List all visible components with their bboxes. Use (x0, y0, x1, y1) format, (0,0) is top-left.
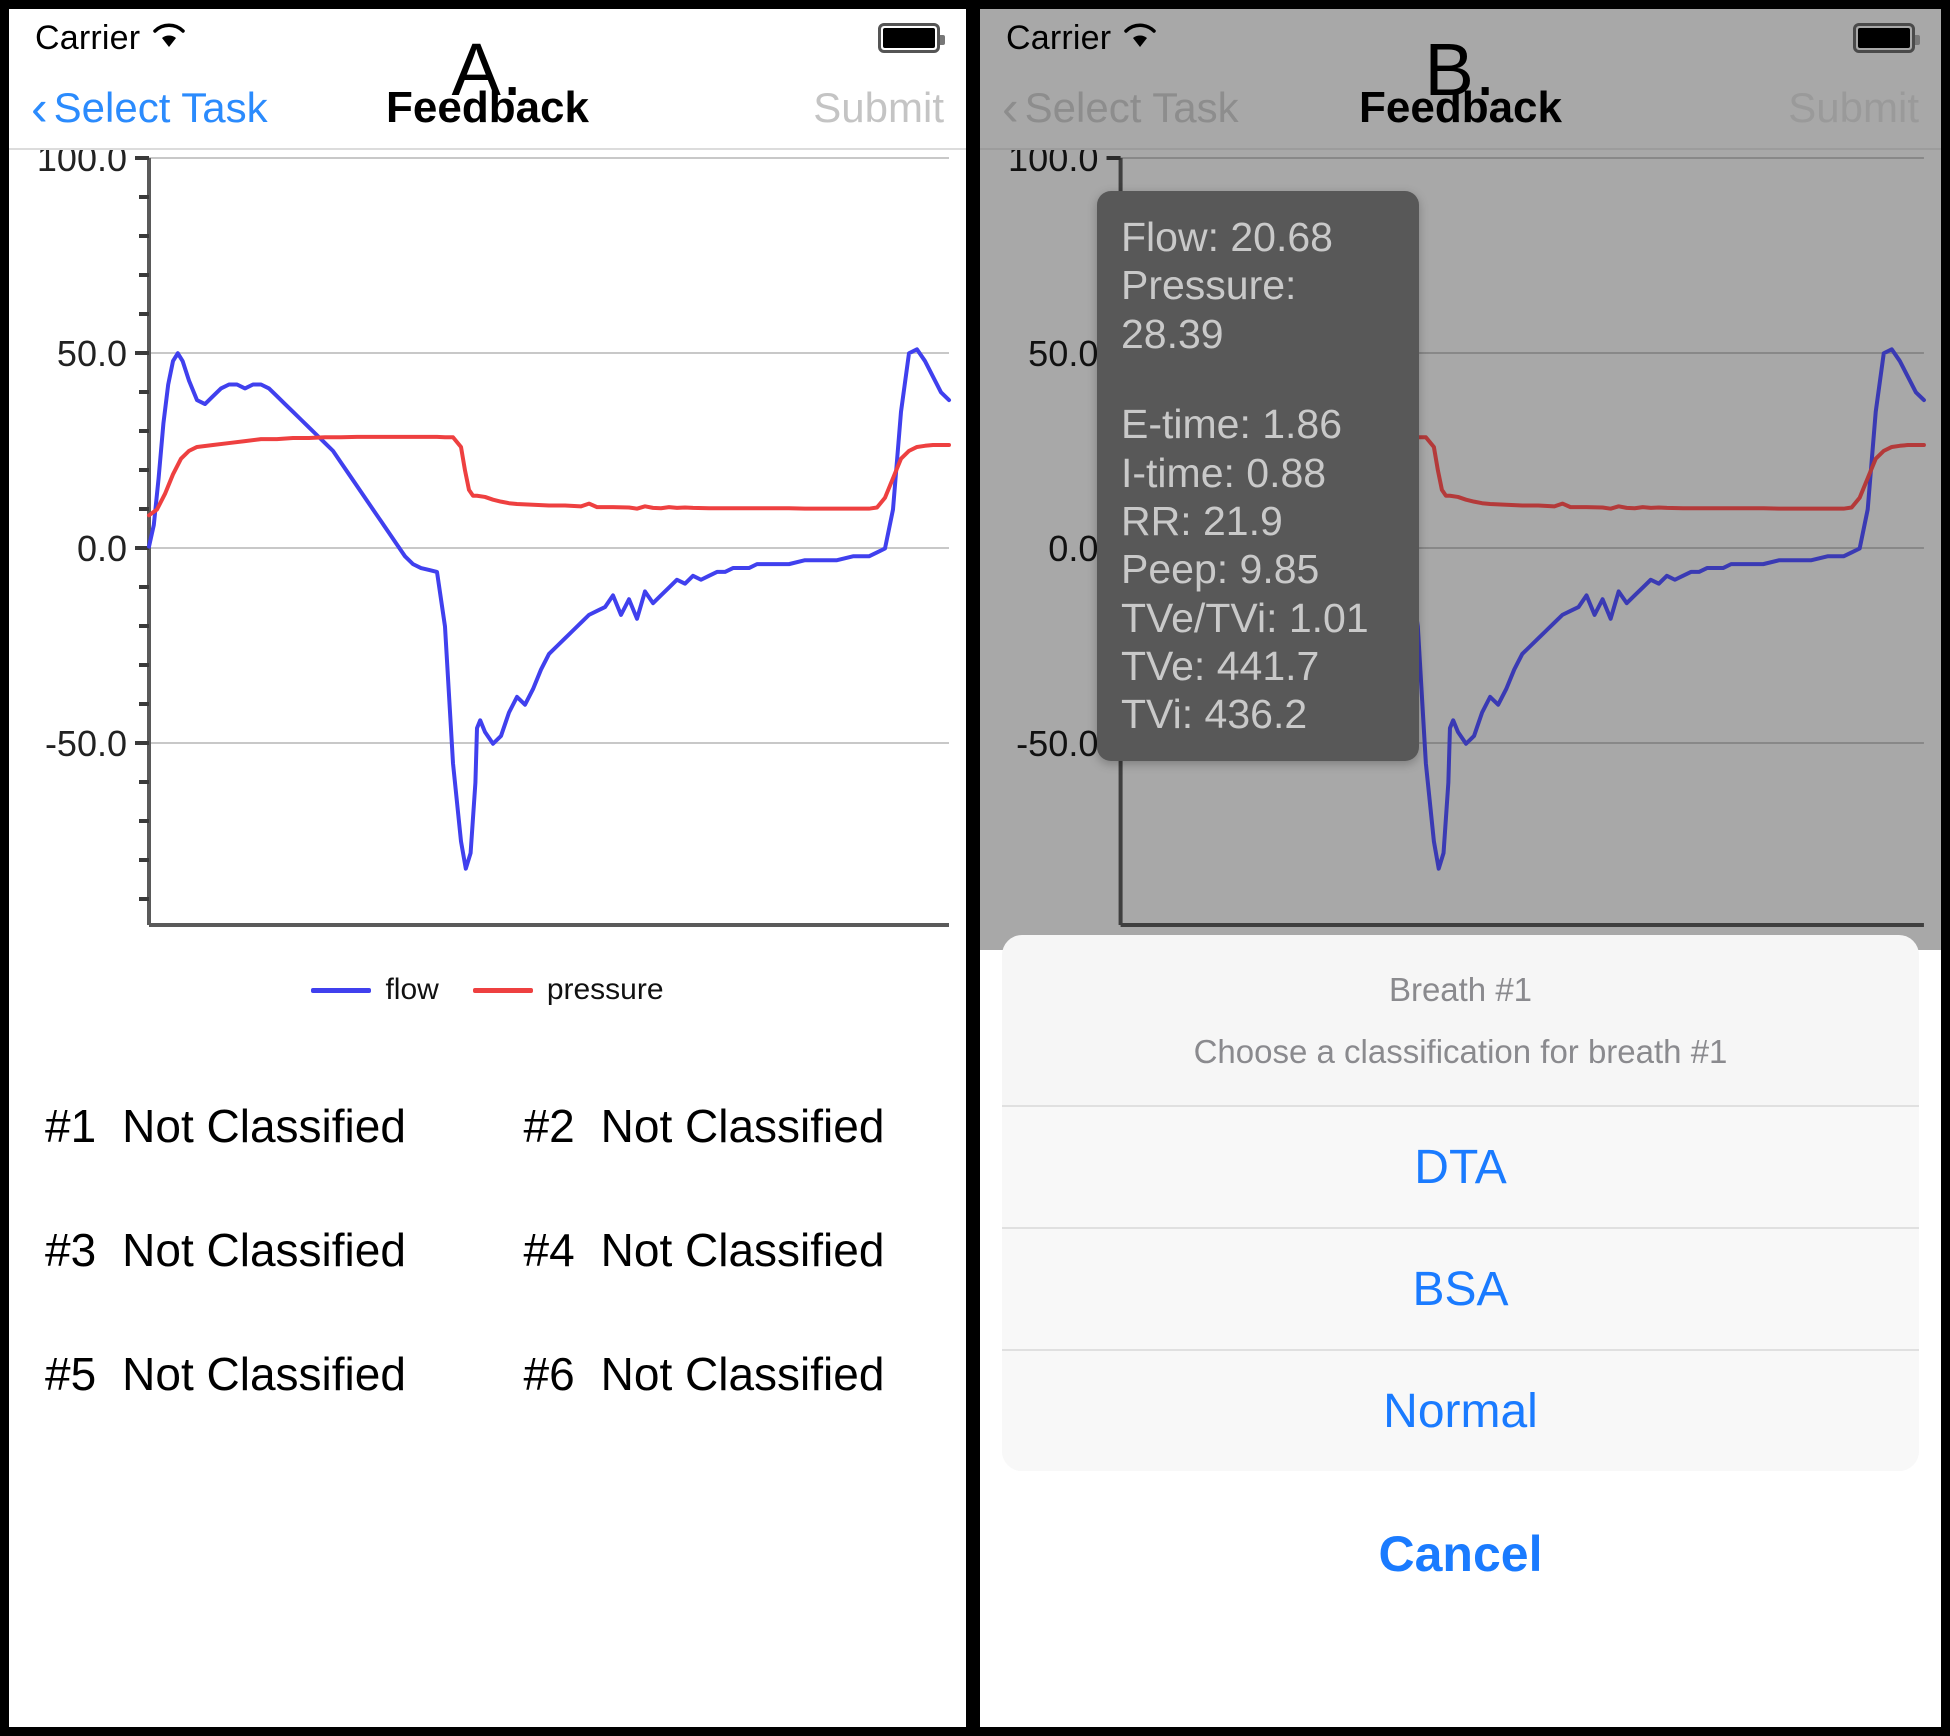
legend-swatch-flow (311, 987, 372, 993)
action-sheet-option-bsa[interactable]: BSA (1002, 1227, 1919, 1349)
back-button-label: Select Task (53, 83, 268, 131)
breath-number: #2 (523, 1100, 575, 1152)
nav-bar-b: ‹ Select Task B. Feedback Submit (980, 28, 1941, 150)
breath-entry-2[interactable]: #2 Not Classified (488, 1099, 967, 1153)
breath-classification: Not Classified (122, 1224, 406, 1276)
tooltip-flow: Flow: 20.68 (1121, 214, 1333, 260)
status-bar-b: Carrier (980, 9, 1941, 67)
back-button-select-task[interactable]: ‹ Select Task (31, 79, 268, 136)
breath-classification: Not Classified (600, 1348, 885, 1400)
breath-number: #5 (45, 1348, 97, 1400)
ytick-label: 50.0 (57, 333, 127, 374)
ytick-label: 100.0 (1008, 150, 1098, 179)
action-sheet-header: Breath #1 Choose a classification for br… (1002, 935, 1919, 1105)
status-bar-a: Carrier (9, 9, 966, 67)
chart-ytick-labels: 100.0 50.0 0.0 -50.0 (37, 150, 127, 764)
submit-button[interactable]: Submit (813, 84, 944, 132)
breath-number: #4 (523, 1224, 575, 1276)
tooltip-pressure: Pressure: 28.39 (1121, 262, 1297, 357)
table-row: #3 Not Classified #4 Not Classified (9, 1188, 966, 1312)
tooltip-tve-tvi-ratio: TVe/TVi: 1.01 (1121, 594, 1369, 641)
ytick-label: 100.0 (37, 150, 127, 179)
ytick-label: -50.0 (1016, 723, 1098, 764)
ytick-label: 50.0 (1028, 333, 1098, 374)
tooltip-i-time: I-time: 0.88 (1121, 449, 1327, 496)
chevron-left-icon: ‹ (31, 79, 48, 136)
breath-number: #1 (45, 1100, 97, 1152)
ytick-label: 0.0 (1048, 528, 1098, 569)
panel-a: Carrier ‹ Select Task A. Feedback Submit (0, 0, 975, 1736)
cancel-button[interactable]: Cancel (1002, 1489, 1919, 1619)
legend-swatch-pressure (472, 987, 533, 993)
tooltip-tvi: TVi: 436.2 (1121, 691, 1308, 738)
breath-entry-5[interactable]: #5 Not Classified (9, 1347, 488, 1401)
chevron-left-icon: ‹ (1002, 79, 1019, 136)
back-button-select-task[interactable]: ‹ Select Task (1002, 79, 1239, 136)
chart-legend-a: flow pressure (9, 950, 966, 1030)
breath-entry-6[interactable]: #6 Not Classified (488, 1347, 967, 1401)
carrier-label: Carrier (1006, 18, 1112, 57)
breath-number: #6 (523, 1348, 575, 1400)
chart-svg-a: 100.0 50.0 0.0 -50.0 (37, 150, 951, 927)
chart-axes (135, 156, 949, 927)
battery-icon (1853, 23, 1920, 53)
tooltip-spacer (1121, 358, 1397, 400)
action-sheet-group: Breath #1 Choose a classification for br… (1002, 935, 1919, 1471)
action-sheet-option-dta[interactable]: DTA (1002, 1105, 1919, 1227)
figure-root: Carrier ‹ Select Task A. Feedback Submit (0, 0, 1950, 1736)
tooltip-e-time: E-time: 1.86 (1121, 401, 1343, 448)
breath-entry-4[interactable]: #4 Not Classified (488, 1223, 967, 1277)
legend-label-pressure: pressure (546, 973, 664, 1006)
wifi-icon (1123, 19, 1157, 58)
legend-label-flow: flow (385, 973, 439, 1006)
panel-b: Carrier ‹ Select Task B. Feedback Submit (975, 0, 1950, 1736)
battery-icon (878, 23, 945, 53)
ytick-label: 0.0 (77, 528, 127, 569)
breath-metrics-tooltip: Flow: 20.68 Pressure: 28.39 E-time: 1.86… (1097, 191, 1419, 761)
breath-entry-3[interactable]: #3 Not Classified (9, 1223, 488, 1277)
action-sheet-title: Breath #1 (1388, 971, 1533, 1008)
breath-classification: Not Classified (600, 1224, 885, 1276)
tooltip-peep: Peep: 9.85 (1121, 546, 1320, 593)
nav-bar-a: ‹ Select Task A. Feedback Submit (9, 28, 966, 150)
action-sheet-subtitle: Choose a classification for breath #1 (1193, 1033, 1728, 1070)
submit-button[interactable]: Submit (1788, 84, 1919, 132)
wifi-icon (152, 19, 186, 58)
action-sheet-option-normal[interactable]: Normal (1002, 1349, 1919, 1471)
waveform-chart-a[interactable]: 100.0 50.0 0.0 -50.0 (9, 150, 966, 950)
classification-list: #1 Not Classified #2 Not Classified #3 N… (9, 1030, 966, 1436)
pressure-series-line (147, 434, 951, 518)
legend-item-flow: flow (311, 973, 439, 1007)
ytick-label: -50.0 (45, 723, 127, 764)
breath-number: #3 (45, 1224, 97, 1276)
breath-entry-1[interactable]: #1 Not Classified (9, 1099, 488, 1153)
chart-ytick-labels: 100.0 50.0 0.0 -50.0 (1008, 150, 1098, 764)
tooltip-tve: TVe: 441.7 (1121, 643, 1320, 689)
carrier-label: Carrier (35, 18, 141, 57)
breath-classification: Not Classified (122, 1100, 406, 1152)
table-row: #1 Not Classified #2 Not Classified (9, 1064, 966, 1188)
breath-classification: Not Classified (122, 1348, 406, 1400)
classification-action-sheet: Breath #1 Choose a classification for br… (1002, 935, 1919, 1619)
breath-classification: Not Classified (600, 1100, 885, 1152)
flow-series-line (147, 347, 951, 871)
table-row: #5 Not Classified #6 Not Classified (9, 1312, 966, 1436)
back-button-label: Select Task (1024, 83, 1239, 131)
legend-item-pressure: pressure (472, 973, 664, 1007)
tooltip-rr: RR: 21.9 (1121, 497, 1283, 544)
